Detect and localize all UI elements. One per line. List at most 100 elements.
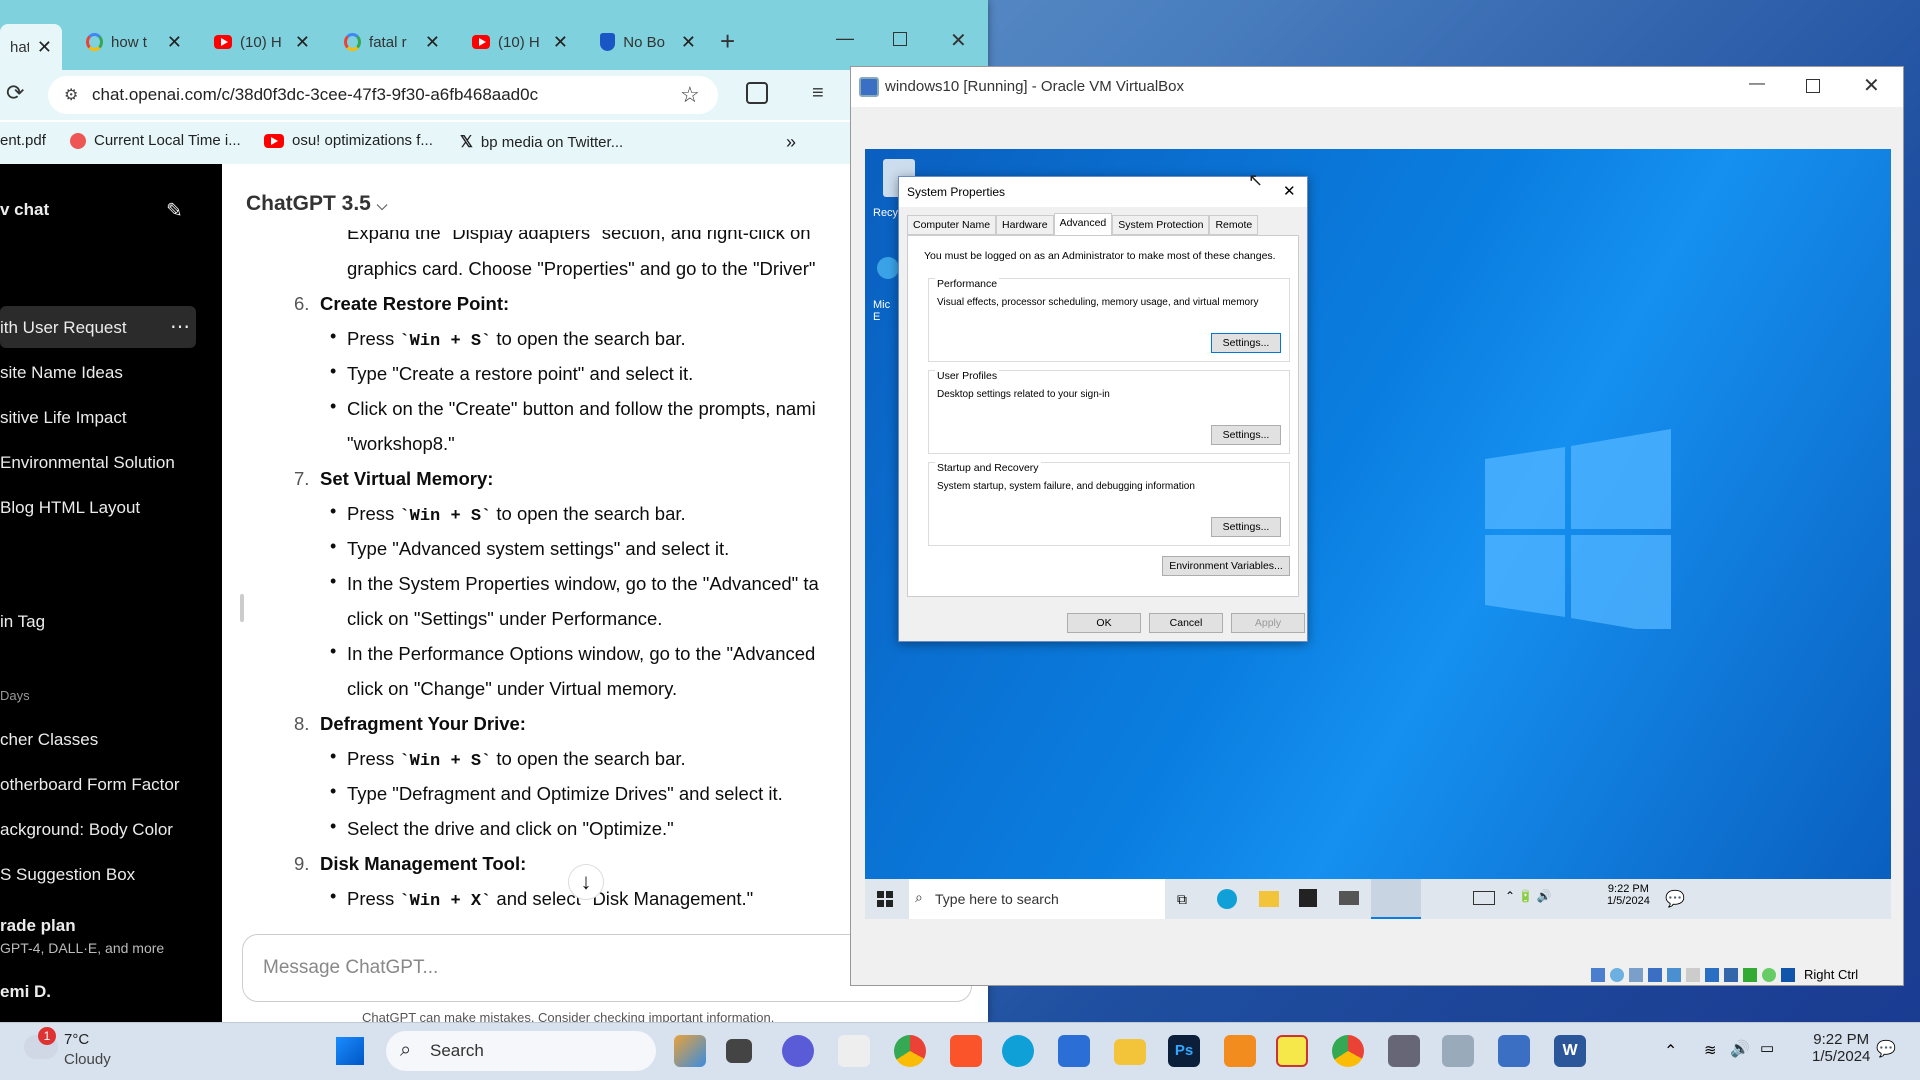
word-icon[interactable]: W: [1554, 1035, 1586, 1067]
temperature[interactable]: 7°C: [64, 1031, 89, 1048]
tab-computer-name[interactable]: Computer Name: [907, 215, 997, 235]
virtualbox-icon[interactable]: [1498, 1035, 1530, 1067]
windows-start-icon[interactable]: [336, 1037, 364, 1065]
close-icon[interactable]: ✕: [1283, 182, 1296, 200]
file-explorer-icon[interactable]: [1259, 891, 1279, 907]
minimize-icon[interactable]: —: [836, 28, 854, 49]
new-tab-icon[interactable]: +: [720, 26, 735, 57]
task-manager-icon[interactable]: [1442, 1035, 1474, 1067]
store-icon[interactable]: [1058, 1035, 1090, 1067]
tab-system-protection[interactable]: System Protection: [1112, 215, 1210, 235]
tab-hardware[interactable]: Hardware: [996, 215, 1054, 235]
tab-youtube-1[interactable]: (10) H ✕: [204, 24, 320, 60]
close-tab-icon[interactable]: ✕: [681, 32, 696, 53]
vm-clock[interactable]: 9:22 PM 1/5/2024: [1607, 883, 1650, 907]
network-icon[interactable]: [1648, 967, 1662, 982]
tray-icons[interactable]: ⌃ 🔋 🔊: [1505, 889, 1552, 903]
task-view-icon[interactable]: [726, 1039, 752, 1063]
close-tab-icon[interactable]: ✕: [553, 32, 568, 53]
chat-item[interactable]: otherboard Form Factor: [0, 775, 186, 795]
photoshop-icon[interactable]: Ps: [1168, 1035, 1200, 1067]
vm-search-box[interactable]: ⌕ Type here to search: [909, 879, 1165, 919]
model-selector[interactable]: ChatGPT 3.5 ⌵: [246, 192, 387, 216]
tab-google-2[interactable]: fatal r ✕: [334, 24, 450, 60]
app-window-icon[interactable]: [1371, 879, 1421, 919]
close-tab-icon[interactable]: ✕: [37, 37, 52, 58]
bookmark-item[interactable]: Current Local Time i...: [70, 132, 241, 149]
edge-desktop-icon[interactable]: [877, 257, 899, 279]
wifi-icon[interactable]: ≋: [1704, 1041, 1717, 1059]
address-bar[interactable]: ⚙ chat.openai.com/c/38d0f3dc-3cee-47f3-9…: [48, 76, 718, 114]
recording-icon[interactable]: [1724, 967, 1738, 982]
close-window-icon[interactable]: ✕: [950, 28, 967, 53]
weather-condition[interactable]: Cloudy: [64, 1051, 111, 1068]
site-info-icon[interactable]: ⚙: [64, 85, 78, 105]
tab-advanced[interactable]: Advanced: [1053, 213, 1113, 235]
volume-icon[interactable]: 🔊: [1730, 1039, 1750, 1059]
virtualbox-3d-icon[interactable]: [1388, 1035, 1420, 1067]
chat-item[interactable]: site Name Ideas: [0, 363, 200, 383]
compose-icon[interactable]: ✎: [166, 198, 183, 223]
scroll-down-icon[interactable]: ↓: [568, 864, 604, 900]
media-control-icon[interactable]: ≡: [812, 82, 824, 105]
task-view-icon[interactable]: ⧉: [1177, 891, 1187, 908]
brave-icon[interactable]: [950, 1035, 982, 1067]
close-tab-icon[interactable]: ✕: [425, 32, 440, 53]
start-icon[interactable]: [877, 891, 893, 907]
cancel-button[interactable]: Cancel: [1149, 613, 1223, 633]
news-icon[interactable]: [1473, 891, 1495, 905]
tab-chatgpt[interactable]: hatG ✕: [0, 24, 62, 70]
performance-settings-button[interactable]: Settings...: [1211, 333, 1281, 353]
reload-icon[interactable]: ⟳: [6, 80, 24, 106]
edge-icon[interactable]: [1217, 889, 1237, 909]
close-window-icon[interactable]: ✕: [1863, 73, 1880, 98]
chat-item[interactable]: Environmental Solution: [0, 453, 186, 473]
optical-icon[interactable]: [1610, 967, 1624, 982]
sublime-icon[interactable]: [1224, 1035, 1256, 1067]
maximize-icon[interactable]: [893, 32, 907, 46]
close-tab-icon[interactable]: ✕: [295, 32, 310, 53]
chrome-profile-icon[interactable]: [1332, 1035, 1364, 1067]
osu-icon[interactable]: [838, 1035, 870, 1067]
chat-item[interactable]: cher Classes: [0, 730, 200, 750]
extensions-icon[interactable]: [746, 82, 768, 104]
maximize-icon[interactable]: [1806, 79, 1820, 93]
audio-icon[interactable]: [1629, 967, 1643, 982]
upgrade-plan[interactable]: rade plan: [0, 916, 200, 936]
more-bookmarks-icon[interactable]: »: [786, 132, 796, 153]
tab-shield[interactable]: No Bo ✕: [590, 24, 706, 60]
chevron-up-icon[interactable]: ⌃: [1664, 1041, 1677, 1061]
profiles-settings-button[interactable]: Settings...: [1211, 425, 1281, 445]
store-icon[interactable]: [1299, 889, 1317, 907]
cpu-icon[interactable]: [1743, 967, 1757, 982]
clock[interactable]: 9:22 PM 1/5/2024: [1812, 1031, 1870, 1065]
tab-remote[interactable]: Remote: [1209, 215, 1259, 235]
mouse-integration-icon[interactable]: [1762, 967, 1776, 982]
battery-icon[interactable]: ▭: [1760, 1039, 1774, 1057]
chat-item[interactable]: in Tag: [0, 612, 200, 632]
storage-icon[interactable]: [1591, 967, 1605, 982]
chat-app-icon[interactable]: [782, 1035, 814, 1067]
shared-folder-icon[interactable]: [1686, 967, 1700, 982]
sticky-notes-icon[interactable]: [1276, 1035, 1308, 1067]
minimize-icon[interactable]: —: [1749, 75, 1765, 93]
display-icon[interactable]: [1705, 967, 1719, 982]
chrome-icon[interactable]: [894, 1035, 926, 1067]
bookmark-item[interactable]: ent.pdf: [0, 132, 46, 149]
startup-settings-button[interactable]: Settings...: [1211, 517, 1281, 537]
taskbar-search[interactable]: ⌕ Search: [386, 1031, 656, 1071]
chat-item[interactable]: sitive Life Impact: [0, 408, 200, 428]
more-options-icon[interactable]: ⋯: [170, 314, 190, 339]
usb-icon[interactable]: [1667, 967, 1681, 982]
environment-variables-button[interactable]: Environment Variables...: [1162, 556, 1290, 576]
mail-icon[interactable]: [1339, 891, 1359, 905]
notification-icon[interactable]: 💬: [1665, 889, 1685, 909]
bookmark-item[interactable]: 𝕏bp media on Twitter...: [460, 132, 623, 152]
tab-google-1[interactable]: how t ✕: [76, 24, 192, 60]
chat-item[interactable]: S Suggestion Box: [0, 865, 200, 885]
edge-icon[interactable]: [1002, 1035, 1034, 1067]
bookmark-item[interactable]: osu! optimizations f...: [264, 132, 433, 149]
user-account[interactable]: emi D.: [0, 982, 200, 1002]
ok-button[interactable]: OK: [1067, 613, 1141, 633]
chat-item[interactable]: ackground: Body Color: [0, 820, 186, 840]
